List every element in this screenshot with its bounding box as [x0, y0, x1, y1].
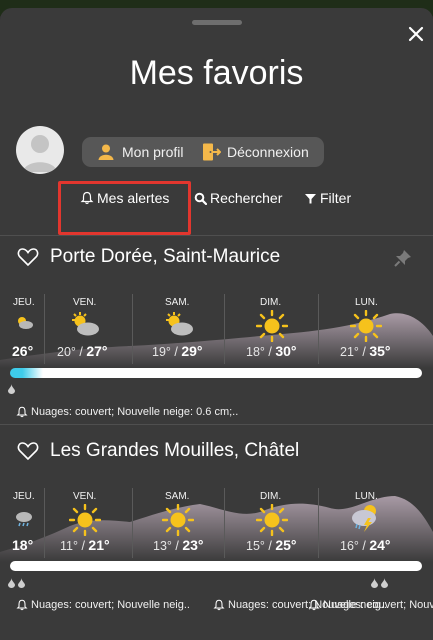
alerts-button[interactable]: Mes alertes — [80, 190, 169, 206]
day-label: JEU. — [13, 297, 35, 308]
sun-icon — [256, 310, 288, 342]
day-label: LUN. — [355, 297, 378, 308]
day-temperature: 19° / 29° — [152, 343, 203, 359]
heart-icon[interactable] — [17, 247, 39, 267]
sun-cloud-icon — [72, 312, 99, 336]
profile-button[interactable]: Mon profil — [97, 143, 183, 161]
sun-icon — [350, 310, 382, 342]
section-divider — [0, 235, 433, 236]
user-icon — [98, 144, 114, 160]
sun-icon — [162, 504, 194, 536]
bell-icon — [213, 599, 225, 611]
forecast-strip[interactable]: JEU. 18° VEN. 11° / 21° SAM. 13° / 23° D… — [0, 482, 433, 562]
raindrop-icon — [8, 384, 15, 397]
day-label: SAM. — [165, 297, 190, 308]
day-label: LUN. — [355, 491, 378, 502]
heart-icon[interactable] — [17, 441, 39, 461]
day-label: DIM. — [260, 491, 282, 502]
logout-button[interactable]: Déconnexion — [201, 142, 309, 162]
precipitation-bar — [10, 561, 422, 571]
alert-summary[interactable]: Nuages: couvert; Nouvelle neig.. — [16, 599, 190, 611]
raindrop-icon — [371, 578, 389, 591]
bell-icon — [16, 406, 28, 418]
day-temperature: 18° / 30° — [246, 343, 297, 359]
section-divider — [0, 424, 433, 425]
favorite-header: Les Grandes Mouilles, Châtel — [0, 438, 433, 468]
day-temperature: 18° — [12, 537, 34, 553]
sun-icon — [256, 504, 288, 536]
day-label: DIM. — [260, 297, 282, 308]
day-temperature: 16° / 24° — [340, 537, 391, 553]
day-divider — [44, 488, 45, 558]
filter-label: Filter — [320, 190, 352, 206]
partly-cloudy-icon — [18, 317, 33, 329]
sun-cloud-icon — [166, 312, 193, 336]
raindrop-icon — [8, 578, 26, 591]
bell-icon — [80, 191, 94, 205]
day-label: VEN. — [73, 491, 97, 502]
precipitation-bar — [10, 368, 422, 378]
day-temperature: 21° / 35° — [340, 343, 391, 359]
action-row: Mes alertes Rechercher Filter — [0, 190, 433, 220]
favorites-sheet: Mes favoris Mon profil Déconnexion Mes a… — [0, 8, 433, 640]
alerts-label: Mes alertes — [97, 190, 170, 206]
storm-cloud-icon — [352, 505, 376, 532]
page-title: Mes favoris — [129, 54, 304, 92]
profile-pill: Mon profil Déconnexion — [82, 137, 324, 167]
day-temperature: 20° / 27° — [57, 343, 108, 359]
bell-icon — [16, 599, 28, 611]
alert-text: Nuages: couvert; Nouvelle neige: 0.6 cm;… — [31, 406, 239, 418]
search-button[interactable]: Rechercher — [194, 190, 282, 206]
day-temperature: 26° — [12, 343, 34, 359]
logout-icon — [203, 143, 221, 161]
favorite-header: Porte Dorée, Saint-Maurice — [0, 244, 433, 274]
logout-label: Déconnexion — [227, 144, 309, 160]
filter-icon — [305, 193, 316, 203]
bell-icon — [308, 599, 320, 611]
close-button[interactable] — [404, 22, 428, 46]
day-divider — [132, 294, 133, 364]
search-icon — [194, 192, 207, 205]
favorite-name[interactable]: Les Grandes Mouilles, Châtel — [50, 440, 299, 462]
filter-button[interactable]: Filter — [304, 190, 351, 206]
day-temperature: 13° / 23° — [153, 537, 204, 553]
day-label: JEU. — [13, 491, 35, 502]
alert-text: Nuages: couvert; Nouvelle neig.. — [31, 599, 190, 611]
alert-text: Nuages: couvert; Nouvelle neig.. — [323, 599, 433, 611]
day-divider — [318, 294, 319, 364]
close-icon — [408, 26, 424, 42]
day-divider — [132, 488, 133, 558]
sheet-grabber[interactable] — [192, 20, 242, 25]
day-label: SAM. — [165, 491, 190, 502]
day-divider — [44, 294, 45, 364]
day-divider — [224, 294, 225, 364]
alert-summary[interactable]: Nuages: couvert; Nouvelle neig.. — [308, 599, 433, 611]
day-temperature: 11° / 21° — [60, 537, 110, 553]
day-label: VEN. — [73, 297, 97, 308]
day-temperature: 15° / 25° — [246, 537, 297, 553]
avatar[interactable] — [16, 126, 64, 174]
sun-icon — [69, 504, 101, 536]
alert-summary[interactable]: Nuages: couvert; Nouvelle neige: 0.6 cm;… — [16, 406, 238, 418]
rain-cloud-icon — [16, 512, 32, 527]
pin-icon[interactable] — [393, 248, 413, 268]
day-divider — [318, 488, 319, 558]
profile-label: Mon profil — [122, 144, 184, 160]
search-label: Rechercher — [210, 190, 283, 206]
forecast-strip[interactable]: JEU. 26° VEN. 20° / 27° SAM. 19° / 29° D… — [0, 288, 433, 368]
avatar-silhouette-icon — [23, 135, 57, 172]
favorite-name[interactable]: Porte Dorée, Saint-Maurice — [50, 246, 280, 268]
day-divider — [224, 488, 225, 558]
